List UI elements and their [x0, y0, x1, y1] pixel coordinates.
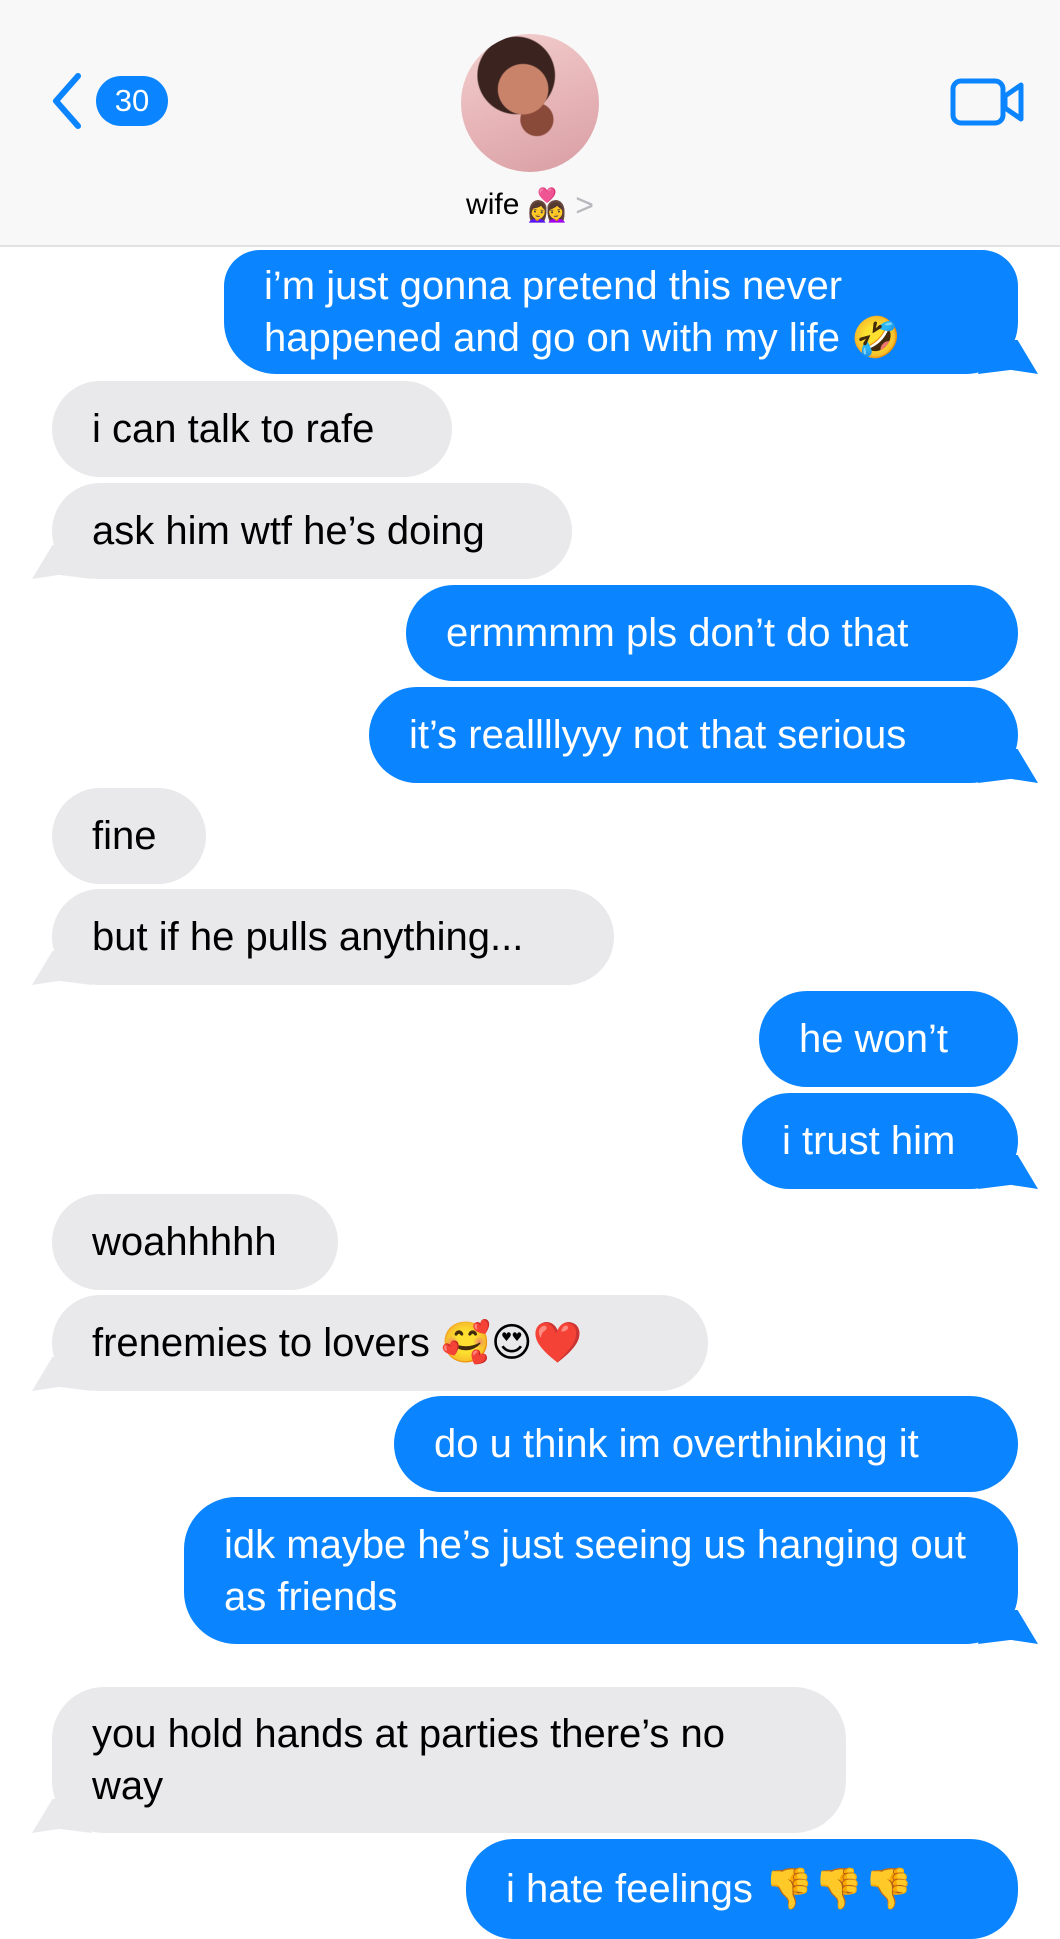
message-bubble-sent[interactable]: it’s reallllyyy not that serious [369, 687, 1018, 783]
facetime-video-button[interactable] [950, 76, 1026, 128]
contact-name-row: wife 👩‍❤️‍👩 > [380, 182, 680, 228]
message-bubble-received[interactable]: woahhhhh [52, 1194, 338, 1290]
contact-name: wife [466, 188, 520, 221]
message-bubble-received[interactable]: ask him wtf he’s doing [52, 483, 572, 579]
back-button[interactable]: 30 [48, 70, 168, 132]
unread-count-badge: 30 [96, 76, 168, 126]
video-camera-icon [950, 78, 1024, 126]
message-bubble-sent[interactable]: ermmmm pls don’t do that [406, 585, 1018, 681]
message-bubble-sent[interactable]: i trust him [742, 1093, 1018, 1189]
message-bubble-received[interactable]: frenemies to lovers 🥰😍❤️ [52, 1295, 708, 1391]
message-bubble-sent[interactable]: idk maybe he’s just seeing us hanging ou… [184, 1497, 1018, 1644]
message-bubble-sent[interactable]: do u think im overthinking it [394, 1396, 1018, 1492]
message-bubble-received[interactable]: you hold hands at parties there’s no way [52, 1687, 846, 1833]
contact-info-button[interactable]: wife 👩‍❤️‍👩 > [380, 34, 680, 228]
message-bubble-sent[interactable]: i hate feelings 👎👎👎 [466, 1839, 1018, 1939]
contact-emoji: 👩‍❤️‍👩 [527, 187, 568, 223]
message-bubble-sent[interactable]: he won’t [759, 991, 1018, 1087]
contact-avatar [461, 34, 599, 172]
message-thread: i’m just gonna pretend this never happen… [0, 0, 1060, 1939]
message-bubble-received[interactable]: i can talk to rafe [52, 381, 452, 477]
message-bubble-sent[interactable]: i’m just gonna pretend this never happen… [224, 250, 1018, 374]
chevron-right-icon: > [575, 187, 594, 223]
back-chevron-icon [53, 73, 81, 129]
conversation-header: 30 wife 👩‍❤️‍👩 > [0, 0, 1060, 247]
message-bubble-received[interactable]: but if he pulls anything... [52, 889, 614, 985]
message-bubble-received[interactable]: fine [52, 788, 206, 884]
